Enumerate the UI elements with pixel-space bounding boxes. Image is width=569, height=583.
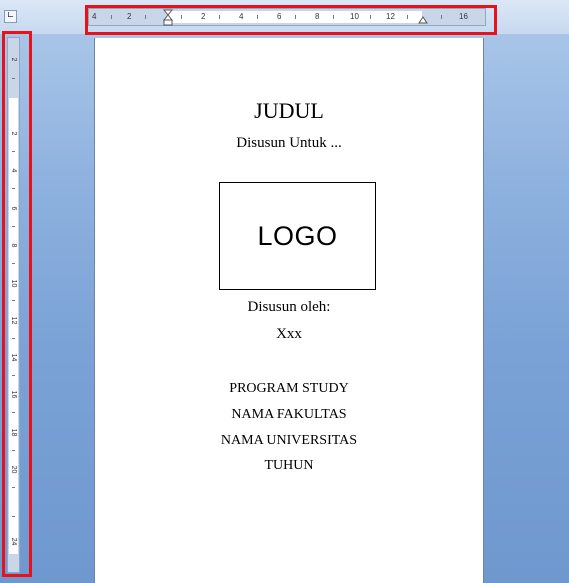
- ruler-tick: [12, 412, 15, 413]
- ruler-tick: [12, 450, 15, 451]
- ruler-label: 8: [315, 12, 320, 21]
- ruler-tick: [333, 15, 334, 19]
- ruler-label: 10: [10, 279, 17, 288]
- ruler-label: 2: [201, 12, 206, 21]
- ruler-tick: [295, 15, 296, 19]
- tab-selector-button[interactable]: ∟: [4, 10, 17, 23]
- ruler-label: 14: [10, 353, 17, 362]
- ruler-tick: [12, 188, 15, 189]
- ruler-tick: [145, 15, 146, 19]
- ruler-tick: [12, 516, 15, 517]
- ruler-tick: [370, 15, 371, 19]
- ruler-label: 8: [10, 243, 17, 248]
- faculty-line: NAMA FAKULTAS: [231, 407, 347, 422]
- ruler-tick: [12, 263, 15, 264]
- ruler-tick: [407, 15, 408, 19]
- tab-left-icon: ∟: [6, 11, 15, 21]
- logo-placeholder: LOGO: [219, 182, 376, 290]
- logo-text: LOGO: [257, 220, 338, 251]
- vertical-ruler[interactable]: 2 2 4 6 8 10 12 14 16 18 20 24: [7, 37, 20, 573]
- ruler-label: 6: [277, 12, 282, 21]
- document-subtitle: Disusun Untuk ...: [236, 135, 342, 151]
- ruler-label: 10: [350, 12, 359, 21]
- ruler-tick: [181, 15, 182, 19]
- document-title: JUDUL: [254, 98, 324, 123]
- ruler-label: 20: [10, 465, 17, 474]
- ruler-label: 12: [386, 12, 395, 21]
- ruler-label: 16: [459, 12, 468, 21]
- prepared-by-label: Disusun oleh:: [247, 299, 331, 315]
- ruler-tick: [12, 226, 15, 227]
- ruler-tick: [12, 375, 15, 376]
- program-line: PROGRAM STUDY: [229, 381, 349, 396]
- ruler-label: 16: [10, 390, 17, 399]
- ruler-tick: [12, 338, 15, 339]
- ruler-label: 12: [10, 316, 17, 325]
- ruler-label: 2: [10, 57, 17, 62]
- ruler-label: 4: [10, 168, 17, 173]
- ruler-label: 24: [10, 537, 17, 546]
- author-name: Xxx: [276, 326, 302, 342]
- ruler-tick: [441, 15, 442, 19]
- ruler-label: 2: [127, 12, 132, 21]
- document-page[interactable]: JUDUL Disusun Untuk ... LOGO Disusun ole…: [94, 38, 484, 583]
- university-line: NAMA UNIVERSITAS: [220, 433, 358, 448]
- first-line-indent-marker[interactable]: [163, 9, 173, 26]
- ruler-label: 6: [10, 206, 17, 211]
- ruler-label: 2: [10, 131, 17, 136]
- ruler-tick: [12, 78, 15, 79]
- ruler-tick: [12, 487, 15, 488]
- horizontal-ruler[interactable]: 4 2 2 4 6 8 10 12 16: [88, 8, 486, 26]
- ruler-label: 18: [10, 428, 17, 437]
- right-indent-marker[interactable]: [418, 13, 428, 25]
- ruler-tick: [219, 15, 220, 19]
- ruler-tick: [111, 15, 112, 19]
- year-line: TUHUN: [264, 458, 314, 473]
- ruler-tick: [12, 151, 15, 152]
- ruler-tick: [257, 15, 258, 19]
- ruler-tick: [12, 300, 15, 301]
- ruler-label: 4: [239, 12, 244, 21]
- ruler-label: 4: [92, 12, 97, 21]
